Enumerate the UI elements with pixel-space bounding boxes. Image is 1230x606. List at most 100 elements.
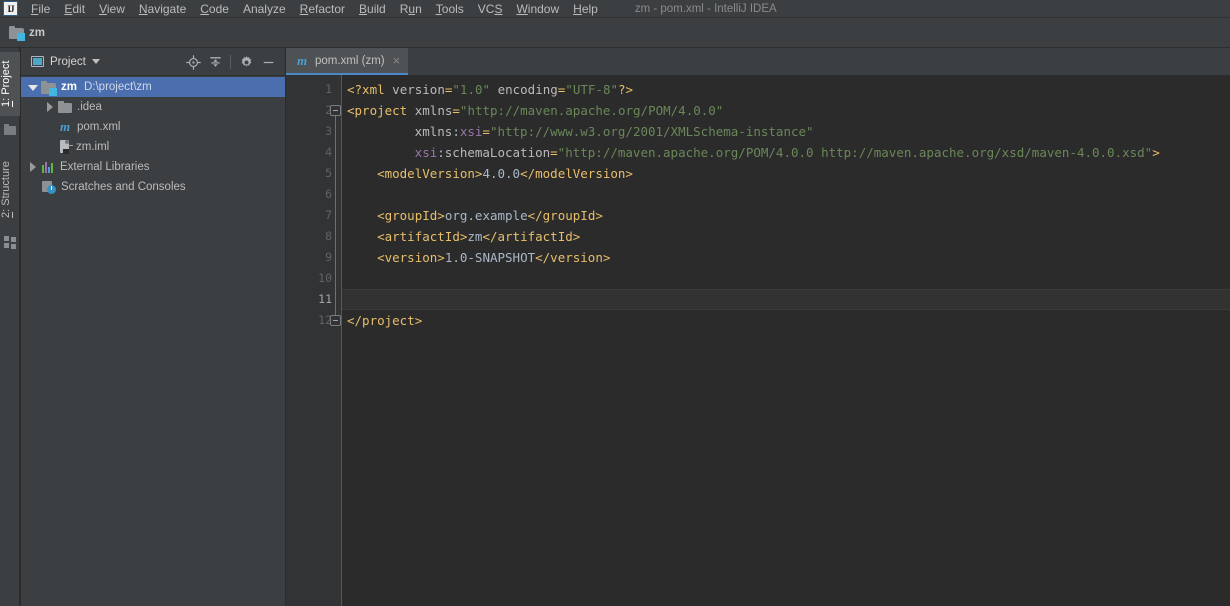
breadcrumb-zm[interactable]: zm xyxy=(9,26,45,41)
menu-build[interactable]: Build xyxy=(352,0,393,18)
code-token-val: "http://www.w3.org/2001/XMLSchema-instan… xyxy=(489,124,814,139)
menu-run[interactable]: Run xyxy=(393,0,429,18)
editor-tab-pom-xml[interactable]: m pom.xml (zm) × xyxy=(286,48,409,75)
folder-module-icon xyxy=(41,80,57,96)
tool-tab-project-label: 1: Project xyxy=(0,60,12,108)
line-number: 3 xyxy=(325,124,332,138)
menu-navigate[interactable]: Navigate xyxy=(132,0,193,18)
editor-gutter[interactable]: 1 2 3 4 5 6 7 8 9 10 11 12 xyxy=(286,75,341,606)
tree-row[interactable]: zm.iml xyxy=(21,137,285,157)
code-line[interactable] xyxy=(342,184,347,205)
menu-refactor[interactable]: Refactor xyxy=(293,0,352,18)
tree-row[interactable]: m pom.xml xyxy=(21,117,285,137)
twisty-collapsed-icon[interactable] xyxy=(27,161,39,173)
menu-vcs[interactable]: VCS xyxy=(471,0,510,18)
tree-row[interactable]: .idea xyxy=(21,97,285,117)
line-number: 8 xyxy=(325,229,332,243)
fold-end-icon[interactable] xyxy=(330,315,341,326)
code-line[interactable] xyxy=(342,268,347,289)
tree-row[interactable]: External Libraries xyxy=(21,157,285,177)
menu-file[interactable]: File xyxy=(24,0,57,18)
tree-row[interactable]: Scratches and Consoles xyxy=(21,177,285,197)
editor-tab-label: pom.xml (zm) xyxy=(315,54,385,67)
window-title: zm - pom.xml - IntelliJ IDEA xyxy=(634,2,777,15)
line-number: 1 xyxy=(325,82,332,96)
code-line[interactable]: </project> xyxy=(342,310,422,331)
folder-icon xyxy=(58,101,72,113)
code-token-tag: <project xyxy=(347,103,408,118)
code-token-attr: schemaLocation xyxy=(444,145,551,160)
menu-analyze[interactable]: Analyze xyxy=(236,0,293,18)
menu-items: File Edit View Navigate Code Analyze Refactor B… xyxy=(24,0,605,18)
menu-view[interactable]: View xyxy=(92,0,132,18)
code-token-tag: ?> xyxy=(618,82,634,97)
project-title-group[interactable]: Project xyxy=(31,56,100,68)
menu-code[interactable]: Code xyxy=(193,0,236,18)
menu-edit[interactable]: Edit xyxy=(57,0,92,18)
tool-tab-structure[interactable]: 2: Structure xyxy=(0,152,20,228)
code-token-tag: = xyxy=(482,124,490,139)
code-token-attr: version xyxy=(392,82,445,97)
code-token-val: "http://maven.apache.org/POM/4.0.0 http:… xyxy=(557,145,1153,160)
code-line[interactable]: <version>1.0-SNAPSHOT</version> xyxy=(342,247,610,268)
menu-help[interactable]: Help xyxy=(566,0,605,18)
editor-tab-bar: m pom.xml (zm) × xyxy=(286,48,1230,75)
code-token-tag: </project> xyxy=(347,313,423,328)
iml-file-icon xyxy=(58,140,73,154)
code-token-tag: <groupId> xyxy=(377,208,445,223)
tree-row-label: zm xyxy=(61,81,77,93)
menu-window[interactable]: Window xyxy=(509,0,566,18)
code-line[interactable]: xmlns:xsi="http://www.w3.org/2001/XMLSch… xyxy=(342,121,814,142)
menu-tools[interactable]: Tools xyxy=(429,0,471,18)
minimize-icon[interactable] xyxy=(257,51,279,73)
code-token-tag: = xyxy=(550,145,558,160)
code-line[interactable]: xsi:schemaLocation="http://maven.apache.… xyxy=(342,142,1160,163)
code-token-punct: : xyxy=(452,124,460,139)
line-number: 4 xyxy=(325,145,332,159)
current-line-highlight xyxy=(342,289,1230,310)
tree-row-label: External Libraries xyxy=(60,161,150,173)
tree-row-label: zm.iml xyxy=(76,141,110,153)
scratches-icon xyxy=(41,180,56,194)
tool-tab-structure-label: 2: Structure xyxy=(0,161,12,219)
chevron-down-icon[interactable] xyxy=(91,59,100,64)
code-editor[interactable]: 1 2 3 4 5 6 7 8 9 10 11 12 <?xml version="1.0" enco… xyxy=(286,75,1230,606)
tree-row-icon: m xyxy=(58,119,72,134)
breadcrumb-label: zm xyxy=(29,26,45,39)
maven-icon: m xyxy=(59,119,71,134)
code-line[interactable]: <modelVersion>4.0.0</modelVersion> xyxy=(342,163,633,184)
code-line[interactable]: <groupId>org.example</groupId> xyxy=(342,205,603,226)
code-token-tag: > xyxy=(1152,145,1160,160)
gear-icon[interactable] xyxy=(235,51,257,73)
twisty-collapsed-icon[interactable] xyxy=(44,101,56,113)
fold-start-icon[interactable] xyxy=(330,105,341,116)
code-line[interactable]: <artifactId>zm</artifactId> xyxy=(342,226,580,247)
grid-icon[interactable] xyxy=(4,236,16,249)
code-line[interactable] xyxy=(342,289,347,310)
editor-area: m pom.xml (zm) × 1 2 3 4 5 6 7 8 9 10 11 12 <?xml v… xyxy=(286,48,1230,606)
tree-row-icon xyxy=(41,80,57,96)
folder-module-icon xyxy=(9,26,25,41)
code-content[interactable]: <?xml version="1.0" encoding="UTF-8"?> <p… xyxy=(342,75,1230,606)
line-number: 9 xyxy=(325,250,332,264)
line-number: 7 xyxy=(325,208,332,222)
maven-icon: m xyxy=(296,52,308,68)
code-line[interactable]: <project xmlns="http://maven.apache.org/… xyxy=(342,100,723,121)
tool-tab-project[interactable]: 1: Project xyxy=(0,52,20,116)
app-logo-icon: IJ xyxy=(3,1,18,16)
tree-row-icon xyxy=(41,180,56,194)
tree-row-path: D:\project\zm xyxy=(83,81,152,93)
tree-row[interactable]: zm D:\project\zm xyxy=(21,77,285,97)
collapse-all-icon[interactable] xyxy=(204,51,226,73)
close-icon[interactable]: × xyxy=(393,54,401,67)
project-tree[interactable]: zm D:\project\zm .idea m pom.xml zm.iml Extern… xyxy=(21,77,285,197)
locate-target-icon[interactable] xyxy=(182,51,204,73)
code-line[interactable]: <?xml version="1.0" encoding="UTF-8"?> xyxy=(342,79,633,100)
twisty-expanded-icon[interactable] xyxy=(27,81,39,93)
code-token-text: 4.0.0 xyxy=(482,166,521,181)
line-number: 6 xyxy=(325,187,332,201)
folder-icon[interactable] xyxy=(4,124,16,136)
